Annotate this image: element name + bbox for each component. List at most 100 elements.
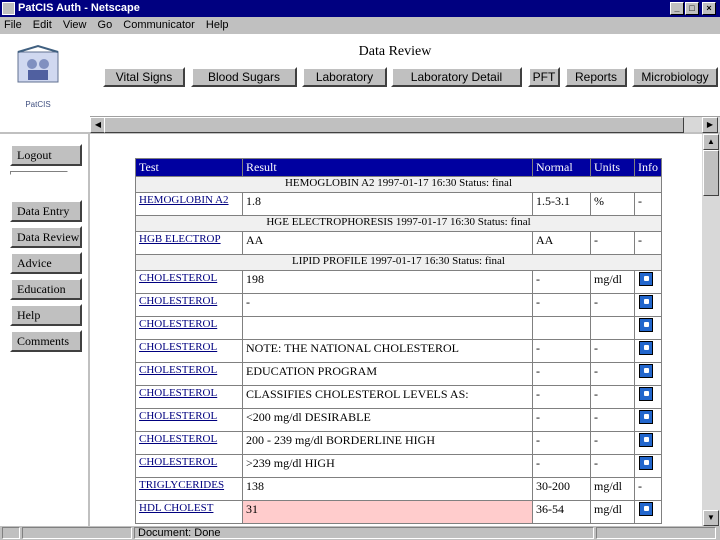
result-cell: 1.8 <box>242 192 533 216</box>
sidebar-divider <box>10 171 68 175</box>
normal-range-cell: AA <box>532 231 591 255</box>
table-row: CHOLESTEROL EDUCATION PROGRAM - - <box>135 362 662 386</box>
logout-button[interactable]: Logout <box>10 144 82 166</box>
test-link[interactable]: CHOLESTEROL <box>135 454 243 478</box>
nav-microbiology-button[interactable]: Microbiology <box>632 67 718 87</box>
info-cell: - <box>634 192 662 216</box>
maximize-button[interactable]: □ <box>685 2 699 15</box>
info-icon[interactable] <box>639 341 653 355</box>
units-cell: mg/dl <box>590 477 635 501</box>
result-cell: <200 mg/dl DESIRABLE <box>242 408 533 432</box>
column-header-units[interactable]: Units <box>590 158 635 177</box>
info-icon[interactable] <box>639 387 653 401</box>
column-header-normal[interactable]: Normal <box>532 158 591 177</box>
nav-laboratory-button[interactable]: Laboratory <box>302 67 387 87</box>
normal-range-cell: - <box>532 270 591 294</box>
test-link[interactable]: HDL CHOLEST <box>135 500 243 524</box>
security-lock-icon[interactable] <box>2 527 20 539</box>
vertical-scrollbar-thumb[interactable] <box>703 150 719 196</box>
info-icon[interactable] <box>639 272 653 286</box>
result-cell: >239 mg/dl HIGH <box>242 454 533 478</box>
sidebar-item-education[interactable]: Education <box>10 278 82 300</box>
scroll-down-icon[interactable]: ▼ <box>703 510 719 526</box>
test-link[interactable]: CHOLESTEROL <box>135 270 243 294</box>
sidebar-item-comments[interactable]: Comments <box>10 330 82 352</box>
test-link[interactable]: TRIGLYCERIDES <box>135 477 243 501</box>
menu-communicator[interactable]: Communicator <box>119 17 199 34</box>
test-link[interactable]: HEMOGLOBIN A2 <box>135 192 243 216</box>
nav-vital-signs-button[interactable]: Vital Signs <box>103 67 185 87</box>
table-row: CHOLESTEROL 198- mg/dl <box>135 270 662 294</box>
normal-range-cell: - <box>532 293 591 317</box>
test-link[interactable]: CHOLESTEROL <box>135 385 243 409</box>
normal-range-cell <box>532 316 591 340</box>
main-vertical-scrollbar[interactable]: ▲ ▼ <box>702 134 720 526</box>
result-cell: EDUCATION PROGRAM <box>242 362 533 386</box>
info-icon[interactable] <box>639 502 653 516</box>
page-title: Data Review <box>358 44 432 59</box>
test-link[interactable]: CHOLESTEROL <box>135 293 243 317</box>
test-link[interactable]: CHOLESTEROL <box>135 362 243 386</box>
test-link[interactable]: CHOLESTEROL <box>135 431 243 455</box>
sidebar-item-help[interactable]: Help <box>10 304 82 326</box>
sidebar-item-data-review[interactable]: Data Review <box>10 226 82 248</box>
menu-view[interactable]: View <box>59 17 91 34</box>
component-bar-icon[interactable] <box>596 527 716 539</box>
table-row: CHOLESTEROL - - - <box>135 293 662 317</box>
menu-file[interactable]: File <box>0 17 26 34</box>
info-cell <box>634 270 662 294</box>
units-cell: - <box>590 454 635 478</box>
table-row: CHOLESTEROL <200 mg/dl DESIRABLE - - <box>135 408 662 432</box>
column-header-result[interactable]: Result <box>242 158 533 177</box>
info-cell: - <box>634 231 662 255</box>
test-link[interactable]: CHOLESTEROL <box>135 316 243 340</box>
menu-help[interactable]: Help <box>202 17 233 34</box>
normal-range-cell: - <box>532 408 591 432</box>
connection-status-icon <box>22 527 132 539</box>
column-header-test[interactable]: Test <box>135 158 243 177</box>
minimize-button[interactable]: _ <box>670 2 684 15</box>
menu-bar: File Edit View Go Communicator Help <box>0 17 720 34</box>
app-icon <box>2 2 15 15</box>
scroll-up-icon[interactable]: ▲ <box>703 134 719 150</box>
patcis-logo-icon <box>17 44 59 83</box>
nav-blood-sugars-button[interactable]: Blood Sugars <box>191 67 297 87</box>
section-title: HGE ELECTROPHORESIS 1997-01-17 16:30 Sta… <box>135 215 662 232</box>
sidebar-item-advice[interactable]: Advice <box>10 252 82 274</box>
test-link[interactable]: CHOLESTEROL <box>135 408 243 432</box>
info-icon[interactable] <box>639 456 653 470</box>
units-cell: mg/dl <box>590 500 635 524</box>
result-cell: NOTE: THE NATIONAL CHOLESTEROL <box>242 339 533 363</box>
nav-reports-button[interactable]: Reports <box>565 67 627 87</box>
table-row: HDL CHOLEST 31 36-54 mg/dl <box>135 500 662 524</box>
sidebar-item-data-entry[interactable]: Data Entry <box>10 200 82 222</box>
info-cell <box>634 454 662 478</box>
column-header-info[interactable]: Info <box>634 158 662 177</box>
nav-laboratory-detail-button[interactable]: Laboratory Detail <box>391 67 522 87</box>
menu-go[interactable]: Go <box>94 17 117 34</box>
menu-edit[interactable]: Edit <box>29 17 56 34</box>
units-cell: - <box>590 431 635 455</box>
scroll-right-icon[interactable]: ▶ <box>702 117 718 133</box>
test-link[interactable]: CHOLESTEROL <box>135 339 243 363</box>
info-icon[interactable] <box>639 295 653 309</box>
info-icon[interactable] <box>639 318 653 332</box>
units-cell: % <box>590 192 635 216</box>
nav-pft-button[interactable]: PFT <box>528 67 560 87</box>
result-cell <box>242 316 533 340</box>
units-cell: - <box>590 231 635 255</box>
info-cell <box>634 385 662 409</box>
info-cell: - <box>634 477 662 501</box>
table-row: CHOLESTEROL <box>135 316 662 340</box>
test-link[interactable]: HGB ELECTROP <box>135 231 243 255</box>
info-icon[interactable] <box>639 433 653 447</box>
units-cell: - <box>590 339 635 363</box>
info-icon[interactable] <box>639 364 653 378</box>
normal-range-cell: 36-54 <box>532 500 591 524</box>
close-button[interactable]: × <box>702 2 716 15</box>
normal-range-cell: - <box>532 339 591 363</box>
units-cell: - <box>590 385 635 409</box>
header-horizontal-scrollbar[interactable]: ◀ ▶ <box>90 116 720 133</box>
info-icon[interactable] <box>639 410 653 424</box>
scrollbar-thumb[interactable] <box>104 117 684 133</box>
